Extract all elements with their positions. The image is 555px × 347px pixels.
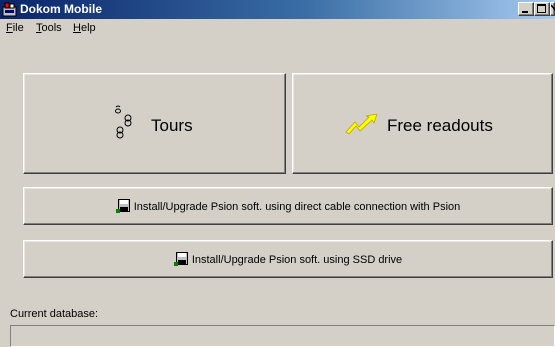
minimize-icon: [522, 11, 528, 13]
menu-tools[interactable]: Tools: [36, 21, 62, 35]
maximize-button[interactable]: [534, 2, 550, 16]
close-button[interactable]: [550, 2, 555, 16]
install-ssd-button[interactable]: Install/Upgrade Psion soft. using SSD dr…: [23, 240, 553, 278]
free-readouts-button[interactable]: Free readouts: [292, 73, 553, 174]
window-title: Dokom Mobile: [20, 2, 103, 16]
install-cable-button[interactable]: Install/Upgrade Psion soft. using direct…: [23, 187, 553, 225]
app-icon: [2, 2, 17, 17]
current-database-label: Current database:: [10, 308, 99, 320]
lightning-icon: [345, 114, 378, 134]
menu-help[interactable]: Help: [73, 21, 96, 35]
title-bar[interactable]: Dokom Mobile: [0, 0, 555, 19]
tours-label: Tours: [151, 116, 193, 135]
current-database-field: [10, 325, 555, 347]
floppy-install-icon: [115, 199, 130, 213]
maximize-icon: [537, 4, 546, 13]
free-readouts-label: Free readouts: [387, 116, 493, 135]
close-icon: [551, 4, 555, 11]
minimize-button[interactable]: [518, 2, 534, 16]
menu-file[interactable]: File: [6, 21, 24, 35]
install-ssd-label: Install/Upgrade Psion soft. using SSD dr…: [191, 254, 403, 266]
floppy-install-icon: [173, 252, 188, 266]
tours-icon: [115, 105, 132, 139]
menu-bar: File Tools Help: [0, 19, 555, 37]
tours-button[interactable]: Tours: [23, 73, 286, 174]
install-cable-label: Install/Upgrade Psion soft. using direct…: [133, 201, 461, 213]
